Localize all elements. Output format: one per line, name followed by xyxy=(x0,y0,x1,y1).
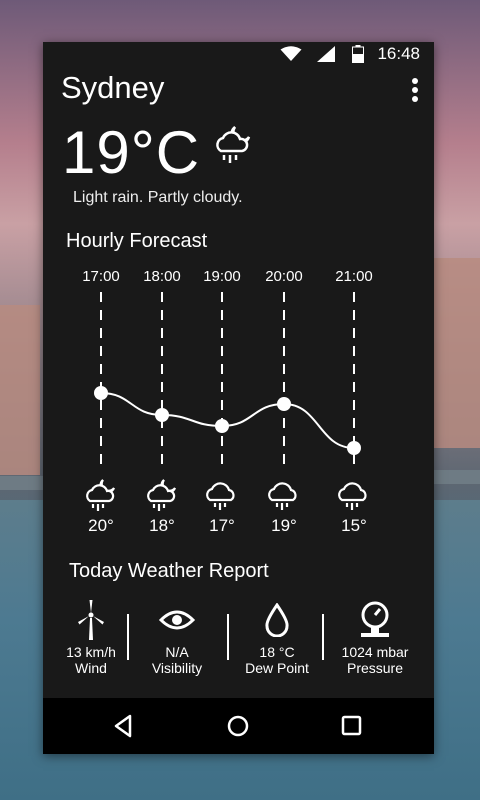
battery-icon xyxy=(352,45,364,63)
pressure-value: 1024 mbar xyxy=(341,644,409,660)
hour-temperature: 15° xyxy=(341,516,367,535)
background-bridge-right xyxy=(430,470,480,484)
home-icon[interactable] xyxy=(225,713,251,739)
hour-temperature: 18° xyxy=(149,516,175,535)
pressure-stat: 1024 mbar Pressure xyxy=(327,598,423,676)
hour-time-label: 21:00 xyxy=(335,268,373,285)
hour-temperature: 20° xyxy=(88,516,114,535)
hourly-forecast-title: Hourly Forecast xyxy=(66,230,208,252)
recents-icon[interactable] xyxy=(340,713,364,739)
temperature-point xyxy=(347,441,361,455)
status-time: 16:48 xyxy=(377,44,420,63)
temperature-point xyxy=(94,386,108,400)
overflow-menu-button[interactable] xyxy=(410,78,420,104)
navigation-bar xyxy=(43,698,434,754)
signal-icon xyxy=(317,46,335,62)
wind-turbine-icon xyxy=(78,600,104,640)
temperature-point xyxy=(215,419,229,433)
hourly-forecast-graph xyxy=(94,292,361,468)
hour-temperature: 19° xyxy=(271,516,297,535)
weather-card: 16:48 Sydney 19°C Light rain. Partly clo… xyxy=(43,42,434,754)
visibility-value: N/A xyxy=(165,644,189,660)
city-name: Sydney xyxy=(61,70,165,105)
dew-point-stat: 18 °C Dew Point xyxy=(229,598,325,676)
hour-time-label: 19:00 xyxy=(203,268,241,285)
wind-stat: 13 km/h Wind xyxy=(43,598,139,676)
weather-report: 13 km/h Wind N/A Visibility 18 °C Dew Po… xyxy=(43,598,434,688)
visibility-label: Visibility xyxy=(151,660,203,676)
status-bar: 16:48 xyxy=(43,42,434,66)
back-icon[interactable] xyxy=(112,713,134,739)
eye-icon xyxy=(159,610,195,630)
partly-cloudy-rain-icon xyxy=(211,121,255,170)
hour-time-label: 17:00 xyxy=(82,268,120,285)
water-drop-icon xyxy=(265,603,289,637)
visibility-stat: N/A Visibility xyxy=(129,598,225,676)
wind-value: 13 km/h xyxy=(66,644,116,660)
temperature-line xyxy=(100,392,355,449)
wifi-icon xyxy=(280,46,302,61)
background-building-right xyxy=(434,258,480,448)
weather-description: Light rain. Partly cloudy. xyxy=(73,189,243,206)
hour-time-label: 18:00 xyxy=(143,268,181,285)
hourly-forecast-chart: 17:00 20° 18:00 18° 19:00 17° 20:00 19° 21:00 15° xyxy=(43,258,434,558)
pressure-label: Pressure xyxy=(346,660,404,676)
weather-report-title: Today Weather Report xyxy=(69,560,269,582)
barometer-icon xyxy=(361,601,389,637)
dew-point-label: Dew Point xyxy=(245,660,309,676)
background-building-left xyxy=(0,305,40,475)
wind-label: Wind xyxy=(75,660,107,676)
hour-temperature: 17° xyxy=(209,516,235,535)
current-temperature: 19°C xyxy=(62,119,201,186)
divider xyxy=(322,614,324,660)
hour-time-label: 20:00 xyxy=(265,268,303,285)
temperature-point xyxy=(155,408,169,422)
temperature-point xyxy=(277,397,291,411)
dew-point-value: 18 °C xyxy=(259,644,295,660)
